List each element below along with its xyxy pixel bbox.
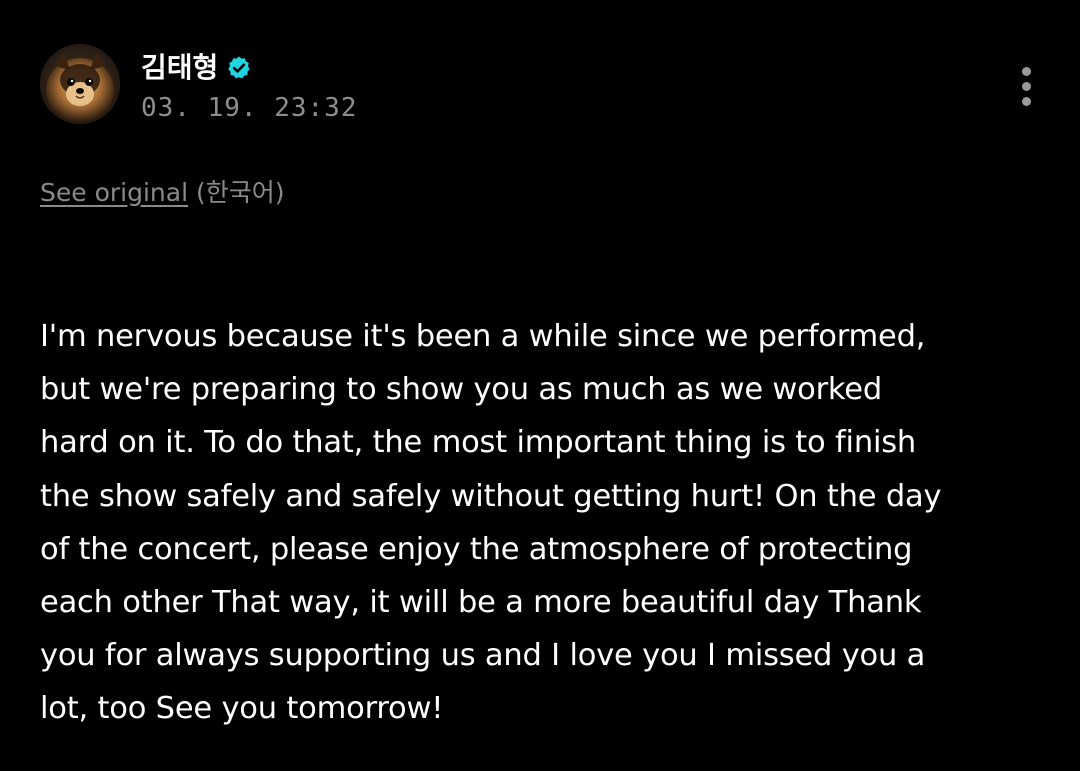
verified-badge-icon: [226, 55, 252, 81]
translation-row: See original (한국어): [40, 174, 285, 212]
more-options-button[interactable]: [1008, 64, 1048, 108]
more-vertical-icon: [1022, 67, 1031, 76]
avatar[interactable]: [40, 44, 120, 124]
post-header: 김태형 03. 19. 23:32: [40, 44, 1040, 126]
original-language-label: (한국어): [188, 178, 285, 207]
author-name[interactable]: 김태형: [141, 48, 218, 88]
pomeranian-dog-avatar-icon: [40, 44, 120, 124]
see-original-link[interactable]: See original: [40, 178, 188, 207]
post-body-text: I'm nervous because it's been a while si…: [40, 319, 942, 727]
author-name-row: 김태형: [141, 48, 252, 88]
post-timestamp: 03. 19. 23:32: [141, 93, 358, 123]
more-vertical-icon-dot: [1022, 82, 1031, 91]
post-card: 김태형 03. 19. 23:32 See original (한국어) I'm…: [0, 0, 1080, 771]
more-vertical-icon-dot: [1022, 97, 1031, 106]
